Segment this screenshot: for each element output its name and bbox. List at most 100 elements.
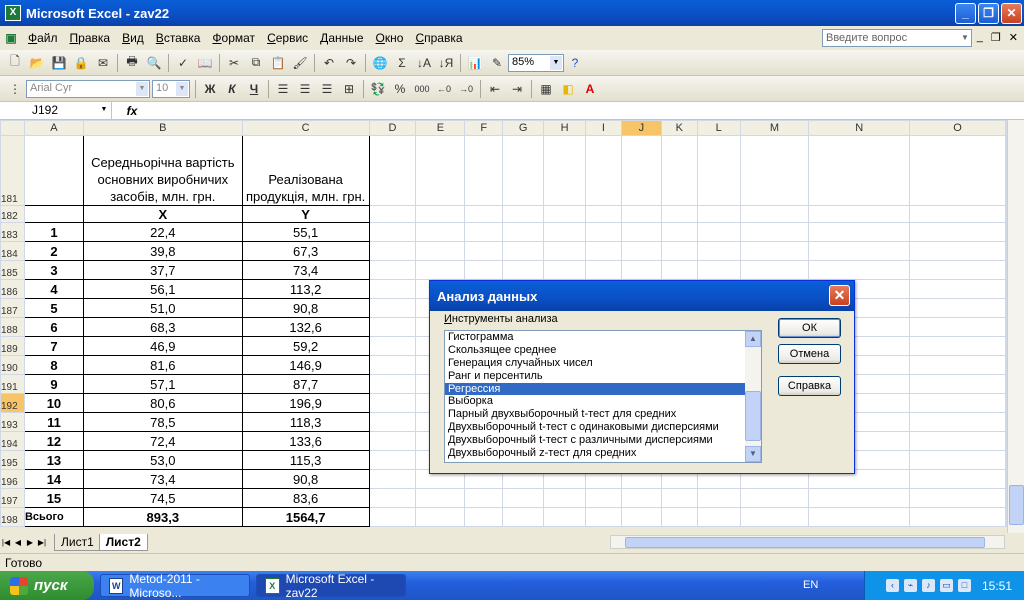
y-value-cell[interactable]: 90,8	[241, 298, 370, 318]
cell[interactable]	[909, 412, 1006, 432]
y-value-cell[interactable]: 55,1	[241, 222, 370, 242]
task-word[interactable]: W Metod-2011 - Microso...	[100, 572, 250, 600]
cell[interactable]	[585, 222, 622, 242]
cell[interactable]	[82, 526, 243, 527]
y-value-cell[interactable]: 118,3	[241, 412, 370, 432]
y-value-cell[interactable]: 146,9	[241, 355, 370, 375]
cell[interactable]	[585, 241, 622, 261]
cell-a182[interactable]	[23, 205, 84, 223]
chart-wizard-icon[interactable]: 📊	[465, 53, 485, 73]
cell[interactable]	[739, 222, 810, 242]
cell[interactable]	[909, 222, 1006, 242]
menu-data[interactable]: Данные	[314, 27, 369, 49]
cell[interactable]	[620, 205, 662, 223]
list-item[interactable]: Двухвыборочный z-тест для средних	[445, 447, 745, 460]
currency-icon[interactable]: 💱	[368, 79, 388, 99]
row-number-cell[interactable]: 1	[23, 222, 84, 242]
row-header[interactable]: 198	[0, 507, 25, 527]
cell[interactable]	[368, 355, 417, 375]
row-number-cell[interactable]: 14	[23, 469, 84, 489]
cell[interactable]	[464, 135, 504, 206]
hyperlink-icon[interactable]: 🌐	[370, 53, 390, 73]
cell[interactable]	[739, 205, 810, 223]
cell[interactable]	[696, 488, 741, 508]
cell[interactable]	[368, 488, 417, 508]
cell-a181[interactable]	[23, 135, 84, 206]
x-value-cell[interactable]: 39,8	[82, 241, 243, 261]
cell[interactable]	[368, 507, 417, 527]
x-value-cell[interactable]: 73,4	[82, 469, 243, 489]
cell[interactable]	[543, 241, 586, 261]
cell[interactable]	[368, 135, 417, 206]
cell[interactable]	[543, 526, 586, 527]
sort-ascending-icon[interactable]: ↓A	[414, 53, 434, 73]
list-item[interactable]: Двухвыборочный t-тест с различными диспе…	[445, 434, 745, 447]
cell[interactable]	[464, 507, 504, 527]
cell[interactable]	[808, 135, 911, 206]
chevron-down-icon[interactable]: ▼	[550, 55, 562, 70]
help-button[interactable]: Справка	[778, 376, 841, 396]
column-header-e[interactable]: E	[415, 120, 466, 136]
list-item[interactable]: Парный двухвыборочный t-тест для средних	[445, 408, 745, 421]
email-icon[interactable]: ✉	[93, 53, 113, 73]
row-number-cell[interactable]: 8	[23, 355, 84, 375]
last-sheet-icon[interactable]: ▶|	[36, 538, 48, 547]
var-x-label[interactable]: X	[82, 205, 243, 223]
cell[interactable]	[696, 260, 741, 280]
menu-view[interactable]: Вид	[116, 27, 150, 49]
cell[interactable]	[464, 526, 504, 527]
close-button[interactable]: ✕	[1001, 3, 1022, 24]
scroll-thumb[interactable]	[1009, 485, 1024, 525]
sort-descending-icon[interactable]: ↓Я	[436, 53, 456, 73]
cell[interactable]	[368, 374, 417, 394]
cell[interactable]	[368, 298, 417, 318]
cell[interactable]	[696, 526, 741, 527]
column-header-b[interactable]: B	[82, 120, 243, 136]
cell[interactable]	[808, 526, 911, 527]
row-number-cell[interactable]: 11	[23, 412, 84, 432]
row-header[interactable]: 195	[0, 450, 25, 470]
column-header-l[interactable]: L	[696, 120, 741, 136]
cell[interactable]	[368, 205, 417, 223]
list-item[interactable]: Гистограмма	[445, 331, 745, 344]
drawing-icon[interactable]: ✎	[487, 53, 507, 73]
cell[interactable]	[909, 450, 1006, 470]
cell[interactable]	[415, 488, 466, 508]
cell[interactable]	[543, 135, 586, 206]
cell[interactable]	[660, 488, 698, 508]
task-excel[interactable]: X Microsoft Excel - zav22	[256, 572, 406, 600]
total-label[interactable]: Всього	[23, 507, 84, 527]
cell[interactable]	[808, 488, 911, 508]
cell[interactable]	[502, 222, 545, 242]
row-header[interactable]: 199	[0, 526, 25, 527]
help-search-input[interactable]: Введите вопрос ▼	[822, 29, 972, 47]
column-header-c[interactable]: C	[241, 120, 370, 136]
column-header-a[interactable]: A	[23, 120, 84, 136]
cell[interactable]	[909, 355, 1006, 375]
row-number-cell[interactable]: 2	[23, 241, 84, 261]
cell[interactable]	[696, 205, 741, 223]
doc-close-button[interactable]: ✕	[1009, 31, 1018, 44]
vertical-scrollbar[interactable]	[1007, 120, 1024, 540]
cell[interactable]	[502, 205, 545, 223]
cell[interactable]	[464, 488, 504, 508]
fill-color-icon[interactable]: ◧	[558, 79, 578, 99]
cut-icon[interactable]: ✂	[224, 53, 244, 73]
prev-sheet-icon[interactable]: ◀	[12, 538, 24, 547]
cell[interactable]	[502, 260, 545, 280]
cell[interactable]	[464, 205, 504, 223]
x-value-cell[interactable]: 37,7	[82, 260, 243, 280]
cell[interactable]	[620, 135, 662, 206]
row-header[interactable]: 182	[0, 205, 25, 223]
cell[interactable]	[368, 336, 417, 356]
cell[interactable]	[368, 222, 417, 242]
percent-button[interactable]: %	[390, 79, 410, 99]
cell[interactable]	[808, 205, 911, 223]
undo-icon[interactable]: ↶	[319, 53, 339, 73]
y-value-cell[interactable]: 196,9	[241, 393, 370, 413]
start-button[interactable]: пуск	[0, 571, 94, 600]
cell[interactable]	[585, 260, 622, 280]
cell[interactable]	[696, 507, 741, 527]
x-value-cell[interactable]: 46,9	[82, 336, 243, 356]
menu-help[interactable]: Справка	[409, 27, 468, 49]
